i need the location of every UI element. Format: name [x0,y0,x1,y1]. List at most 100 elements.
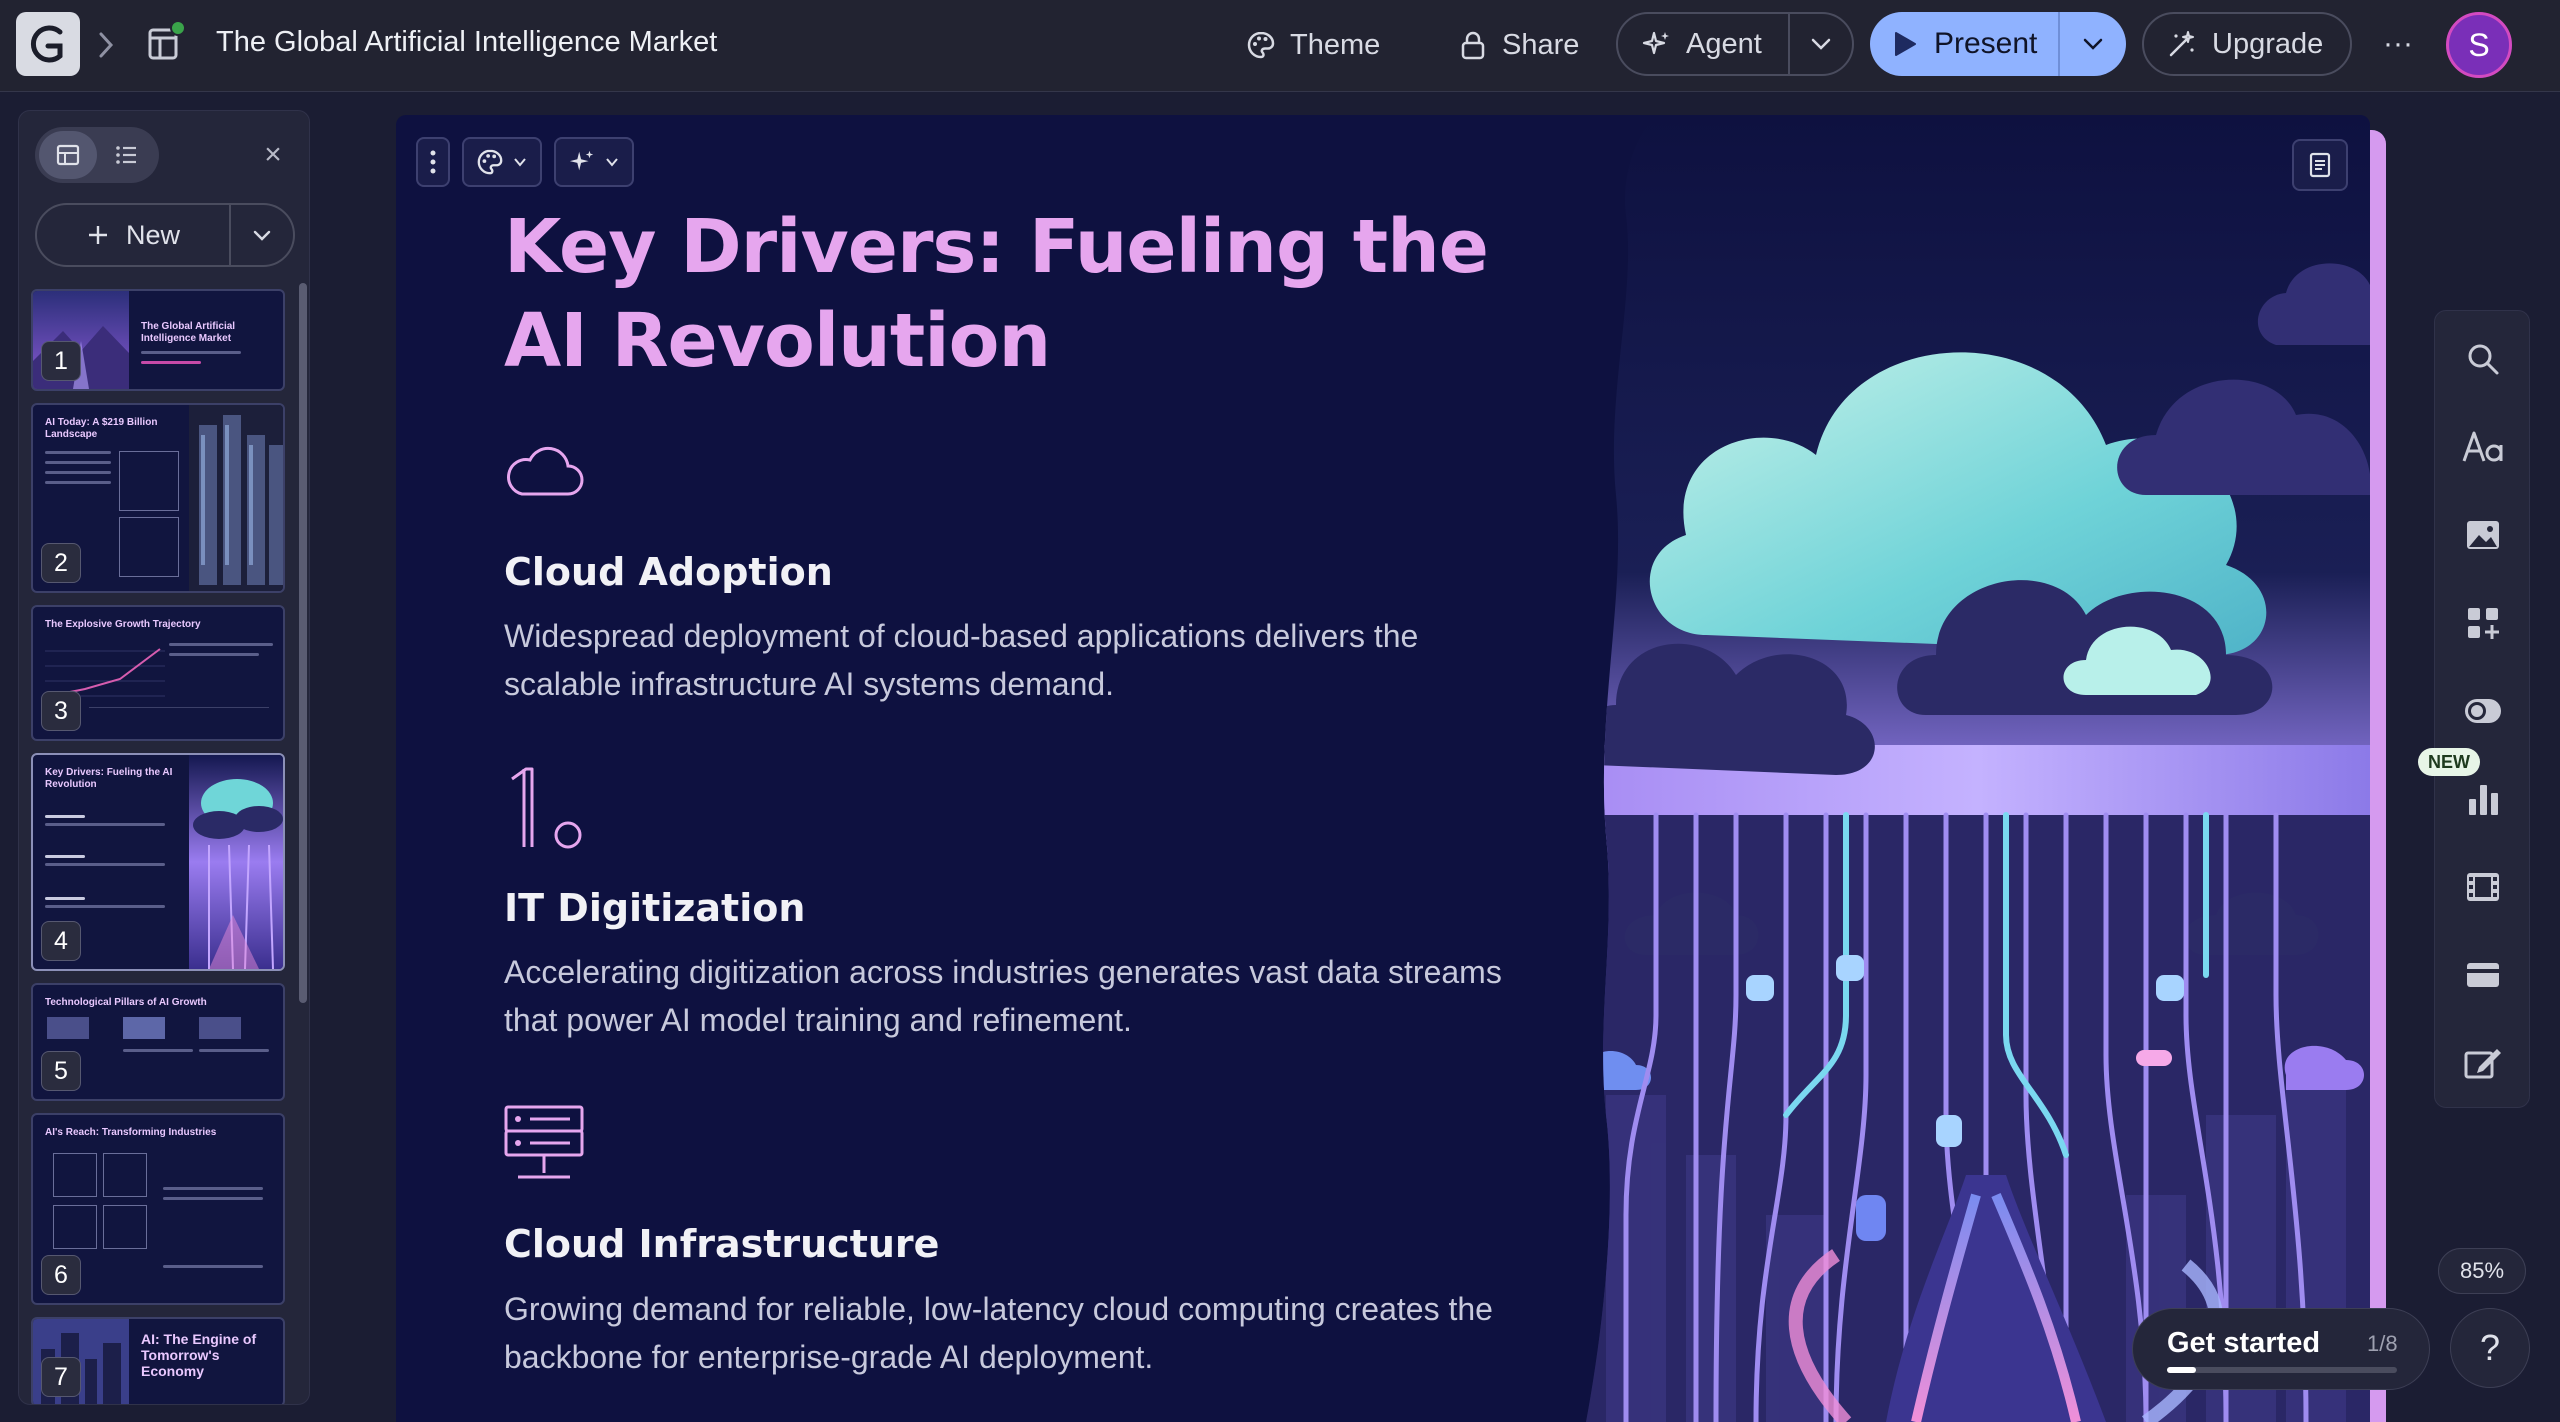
cloud-icon [507,446,584,496]
agent-button-group: Agent [1616,12,1854,76]
feature-body[interactable]: Widespread deployment of cloud-based app… [504,612,1534,708]
insert-toolbar [2434,310,2530,1108]
slide-canvas[interactable]: Key Drivers: Fueling the AI Revolution C… [396,115,2370,1422]
slide-thumbnail-2[interactable]: AI Today: A $219 Billion Landscape 2 [31,403,285,593]
new-slide-group: New [35,203,295,267]
upgrade-button[interactable]: Upgrade [2142,12,2352,76]
ai-edit-button[interactable] [554,137,634,187]
app-logo[interactable] [16,12,80,76]
grid-view-icon [56,144,80,166]
slide-number: 1 [41,341,81,381]
slide-thumbnail-4[interactable]: Key Drivers: Fueling the AI Revolution 4 [31,753,285,971]
agent-button[interactable]: Agent [1618,14,1790,74]
slide-number: 2 [41,543,81,583]
upgrade-label: Upgrade [2212,27,2324,60]
thumbnail-table [89,707,269,735]
slide-thumbnail-list: The Global Artificial Intelligence Marke… [31,289,285,1404]
feature-body[interactable]: Growing demand for reliable, low-latency… [504,1285,1534,1381]
theme-button[interactable]: Theme [1228,14,1398,76]
ai-cloud-illustration[interactable] [1586,115,2370,1422]
slide-thumbnail-1[interactable]: The Global Artificial Intelligence Marke… [31,289,285,391]
slide-title[interactable]: Key Drivers: Fueling the AI Revolution [504,200,1554,388]
zoom-level-button[interactable]: 85% [2438,1248,2526,1294]
card-style-button[interactable] [462,137,542,187]
thumbnail-text-line [45,855,85,858]
get-started-progress [2167,1367,2397,1373]
card-options-button[interactable] [416,137,450,187]
thumbnail-title: The Explosive Growth Trajectory [45,619,201,630]
thumbnail-view-button[interactable] [39,131,97,179]
new-dropdown-button[interactable] [231,205,293,265]
thumbnail-text-line [45,471,111,474]
present-dropdown-button[interactable] [2060,12,2126,76]
status-dot [170,20,186,36]
text-tool-button[interactable] [2459,423,2507,471]
slide-thumbnail-6[interactable]: AI's Reach: Transforming Industries 6 [31,1113,285,1305]
agent-dropdown-button[interactable] [1790,14,1852,74]
vertical-dots-icon [430,150,436,174]
panel-scrollbar[interactable] [299,283,307,1003]
thumbnail-text-line [163,1187,263,1190]
slide-number: 3 [41,691,81,731]
help-button[interactable]: ? [2450,1308,2530,1388]
new-badge: NEW [2418,748,2480,776]
slide-thumbnail-7[interactable]: AI: The Engine of Tomorrow's Economy 7 [31,1317,285,1404]
thumbnail-text-line [45,863,165,866]
thumbnail-title: The Global Artificial Intelligence Marke… [141,321,236,344]
new-slide-button[interactable]: New [37,205,231,265]
get-started-label: Get started [2167,1327,2321,1359]
more-options-button[interactable]: ··· [2376,22,2420,66]
feature-body[interactable]: Accelerating digitization across industr… [504,948,1534,1044]
feature-heading[interactable]: Cloud Adoption [504,550,833,594]
document-title[interactable]: The Global Artificial Intelligence Marke… [216,26,717,59]
get-started-button[interactable]: Get started 1/8 [2132,1308,2430,1390]
agent-label: Agent [1686,27,1762,60]
search-tool-button[interactable] [2459,335,2507,383]
thumbnail-image [199,1017,241,1039]
slide-number: 6 [41,1255,81,1295]
document-icon[interactable] [144,20,186,64]
magic-wand-icon [2169,31,2194,57]
edit-tool-button[interactable] [2459,1039,2507,1087]
thumbnail-text-line [123,1049,193,1052]
thumbnail-text-line [45,897,85,900]
thumbnail-card [53,1153,97,1197]
gamma-logo-icon [30,25,63,63]
get-started-progress-fill [2167,1367,2196,1373]
slide-thumbnail-3[interactable]: The Explosive Growth Trajectory 3 [31,605,285,741]
thumbnail-text-line [45,815,85,818]
speaker-notes-button[interactable] [2292,139,2348,191]
image-tool-button[interactable] [2459,511,2507,559]
chevron-down-icon [2083,38,2103,50]
user-avatar[interactable]: S [2446,12,2512,78]
chevron-down-icon [253,230,271,241]
thumbnail-text-line [45,451,111,454]
feature-heading[interactable]: Cloud Infrastructure [504,1222,939,1266]
thumbnail-text-line [45,823,165,826]
thumbnail-image [47,1017,89,1039]
video-tool-button[interactable] [2459,863,2507,911]
close-panel-button[interactable]: × [255,137,291,173]
sparkle-icon [569,150,594,171]
present-button[interactable]: Present [1870,12,2060,76]
toggle-icon [2465,699,2501,723]
thumbnail-card [119,517,179,577]
share-label: Share [1502,28,1580,61]
card-layout-tool-button[interactable] [2459,951,2507,999]
thumbnail-image [189,405,283,591]
slide-thumbnail-5[interactable]: Technological Pillars of AI Growth 5 [31,983,285,1101]
chart-tool-button[interactable] [2459,775,2507,823]
list-icon [116,146,136,164]
theme-toggle-tool-button[interactable] [2459,687,2507,735]
elements-tool-button[interactable] [2459,599,2507,647]
thumbnail-card [103,1205,147,1249]
share-button[interactable]: Share [1440,14,1597,76]
slide-number: 5 [41,1051,81,1091]
search-icon [2468,344,2499,375]
palette-icon [1247,31,1275,59]
feature-heading[interactable]: IT Digitization [504,886,805,930]
notes-icon [2309,152,2331,178]
thumbnail-card [53,1205,97,1249]
chevron-down-icon [1811,38,1831,50]
list-view-button[interactable] [97,131,155,179]
